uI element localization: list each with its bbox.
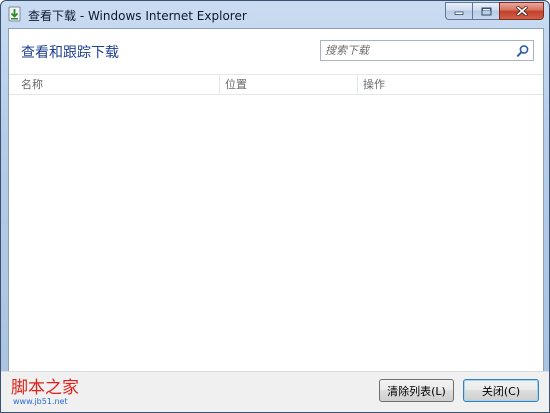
window-title: 查看下载 - Windows Internet Explorer bbox=[28, 9, 247, 23]
column-header-location[interactable]: 位置 bbox=[219, 75, 357, 94]
page-title: 查看和跟踪下载 bbox=[21, 45, 119, 61]
watermark-text: 脚本之家 bbox=[11, 378, 79, 398]
maximize-icon bbox=[481, 7, 491, 15]
maximize-button[interactable] bbox=[472, 2, 499, 20]
search-icon[interactable] bbox=[516, 44, 530, 58]
download-manager-window: 查看下载 - Windows Internet Explorer 查看和跟踪下载… bbox=[0, 0, 550, 413]
column-header-name[interactable]: 名称 bbox=[16, 75, 219, 94]
ie-download-icon bbox=[8, 6, 21, 22]
download-list-panel: 查看和跟踪下载 名称 位置 操作 bbox=[8, 28, 544, 372]
close-button[interactable]: 关闭(C) bbox=[463, 379, 539, 402]
minimize-icon bbox=[454, 11, 464, 15]
site-watermark-logo: 脚本之家 www.jb51.net bbox=[11, 378, 79, 406]
caption-buttons bbox=[445, 2, 544, 22]
column-header-actions[interactable]: 操作 bbox=[357, 75, 543, 94]
title-bar[interactable]: 查看下载 - Windows Internet Explorer bbox=[1, 1, 549, 28]
search-input[interactable] bbox=[325, 43, 505, 58]
column-header-row: 名称 位置 操作 bbox=[9, 74, 543, 95]
close-icon bbox=[515, 6, 528, 16]
search-box[interactable] bbox=[320, 40, 534, 61]
clear-list-button[interactable]: 清除列表(L) bbox=[379, 379, 454, 402]
watermark-url: www.jb51.net bbox=[13, 397, 68, 406]
minimize-button[interactable] bbox=[445, 2, 472, 20]
footer-bar: 脚本之家 www.jb51.net 清除列表(L) 关闭(C) bbox=[1, 371, 549, 412]
download-list-body bbox=[9, 95, 543, 371]
close-window-button[interactable] bbox=[499, 2, 544, 20]
